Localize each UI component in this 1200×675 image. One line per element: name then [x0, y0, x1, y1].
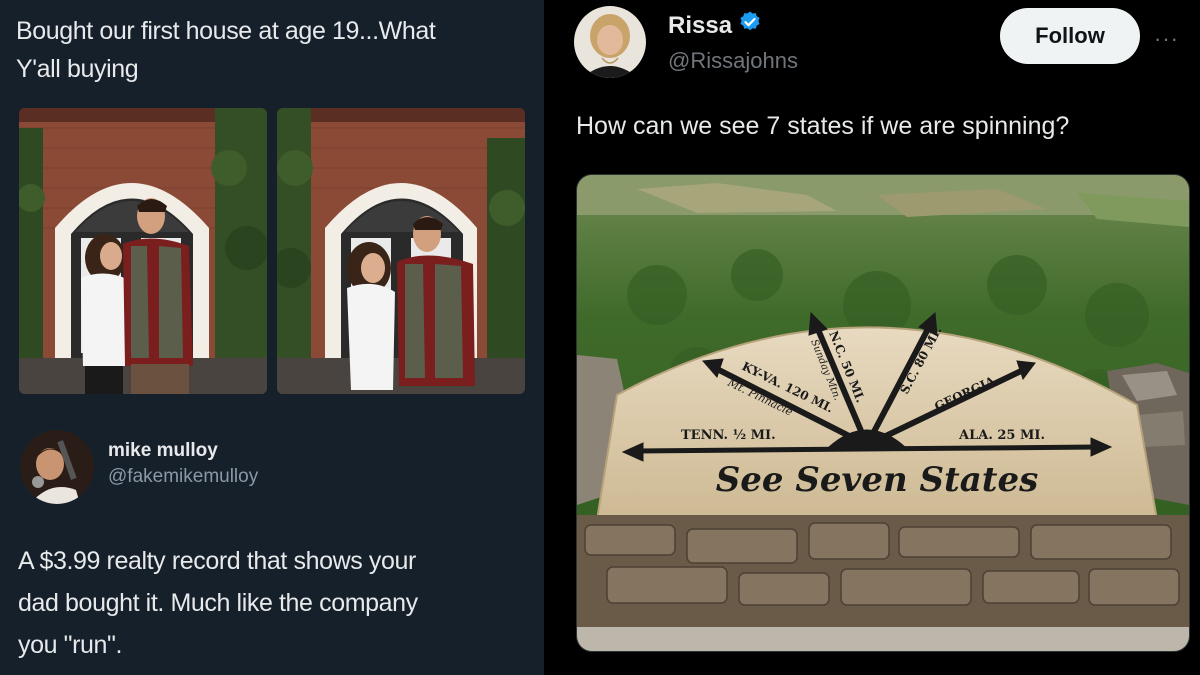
follow-button[interactable]: Follow [1000, 8, 1140, 64]
post-text-line: Y'all buying [16, 55, 139, 83]
post-text: Bought our first house at age 19...What … [16, 12, 526, 88]
reply-text: A $3.99 realty record that shows your da… [18, 540, 538, 666]
left-tweet-panel: Bought our first house at age 19...What … [0, 0, 544, 675]
avatar[interactable] [574, 6, 646, 78]
author-name[interactable]: Rissa [668, 10, 762, 41]
right-tweet-panel: Rissa @Rissajohns Follow ··· How can we … [556, 0, 1200, 675]
reply-author-handle[interactable]: @fakemikemulloy [108, 466, 258, 488]
reply-tweet: mike mulloy @fakemikemulloy A $3.99 real… [0, 410, 544, 675]
sign-title: See Seven States [716, 460, 1039, 500]
more-options-icon[interactable]: ··· [1154, 26, 1179, 52]
tweet-text: How can we see 7 states if we are spinni… [576, 112, 1070, 140]
author-handle[interactable]: @Rissajohns [668, 48, 798, 74]
reply-text-line: you "run". [18, 631, 123, 659]
author-name-label: Rissa [668, 11, 733, 39]
sign-label-ala: ALA. 25 MI. [958, 428, 1045, 443]
tweet-media-image[interactable]: N.C. 50 MI. Sunday Mtn. S.C. 80 MI. KY-V… [576, 174, 1190, 652]
sign-label-tenn: TENN. ½ MI. [681, 428, 776, 443]
reply-author-name[interactable]: mike mulloy [108, 440, 218, 462]
verified-badge-icon [738, 10, 762, 41]
post-photos[interactable] [19, 108, 525, 394]
couple-photo-right[interactable] [277, 108, 525, 394]
reply-text-line: dad bought it. Much like the company [18, 589, 418, 617]
avatar[interactable] [20, 430, 94, 504]
reply-text-line: A $3.99 realty record that shows your [18, 547, 416, 575]
couple-photo-left[interactable] [19, 108, 267, 394]
post-text-line: Bought our first house at age 19...What [16, 17, 436, 45]
